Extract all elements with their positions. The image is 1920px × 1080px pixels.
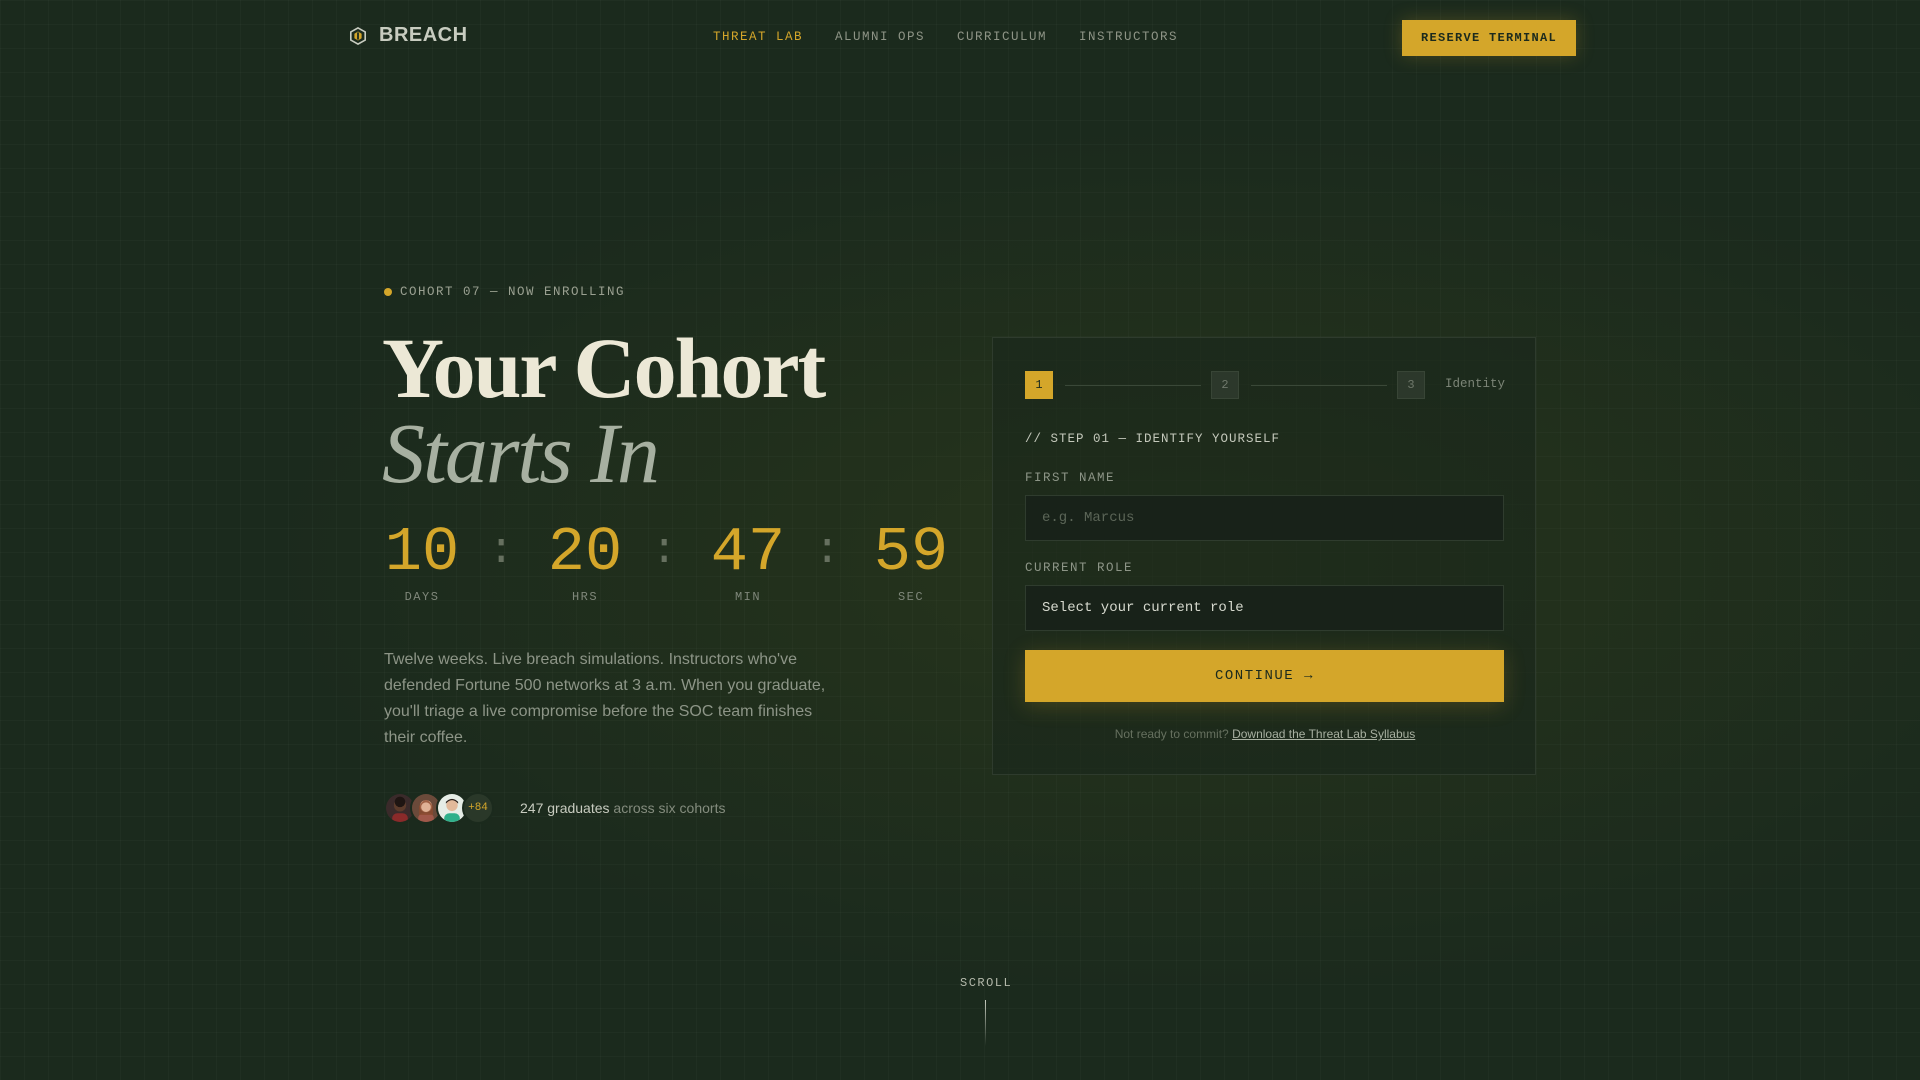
brand-logo[interactable]: BREACH <box>349 24 468 47</box>
countdown-seconds-value: 59 <box>873 517 949 588</box>
countdown-timer: 10 DAYS : 20 HRS : 47 MIN : 59 SEC <box>384 518 964 608</box>
status-dot-icon <box>384 288 392 296</box>
enrollment-form-card: 1 2 3 Identity // STEP 01 — IDENTIFY YOU… <box>992 337 1536 775</box>
countdown-separator: : <box>651 526 678 576</box>
countdown-hours: 20 HRS <box>547 517 623 605</box>
download-syllabus-link[interactable]: Download the Threat Lab Syllabus <box>1232 727 1415 741</box>
countdown-separator: : <box>814 526 841 576</box>
hero-title-line1: Your Cohort <box>382 320 826 416</box>
top-nav: BREACH THREAT LAB ALUMNI OPS CURRICULUM … <box>0 0 1920 75</box>
countdown-seconds: 59 SEC <box>873 517 949 605</box>
first-name-label: FIRST NAME <box>1025 471 1116 485</box>
countdown-hours-label: HRS <box>571 590 599 604</box>
nav-link-curriculum[interactable]: CURRICULUM <box>957 30 1047 44</box>
first-name-field-wrapper <box>1025 495 1504 541</box>
hexagon-shield-icon <box>349 26 367 45</box>
graduates-social-proof: +84 247 graduates across six cohorts <box>384 792 725 824</box>
countdown-days-value: 10 <box>384 517 460 588</box>
step-connector <box>1251 385 1387 386</box>
reserve-terminal-button[interactable]: RESERVE TERMINAL <box>1402 20 1576 56</box>
cohort-eyebrow: COHORT 07 — NOW ENROLLING <box>384 285 625 299</box>
countdown-minutes: 47 MIN <box>710 517 786 605</box>
form-stepper: 1 2 3 Identity <box>1025 371 1505 399</box>
step-3-indicator[interactable]: 3 <box>1397 371 1425 399</box>
scroll-line-indicator <box>985 1000 986 1046</box>
hero-title-line2: Starts In <box>382 405 660 501</box>
countdown-days-label: DAYS <box>404 590 440 604</box>
current-role-label: CURRENT ROLE <box>1025 561 1134 575</box>
step-caption: Identity <box>1444 377 1505 391</box>
countdown-days: 10 DAYS <box>384 517 460 605</box>
brand-name: BREACH <box>379 24 468 46</box>
nav-links: THREAT LAB ALUMNI OPS CURRICULUM INSTRUC… <box>713 30 1178 44</box>
step-connector <box>1065 385 1201 386</box>
current-role-select[interactable]: Select your current role <box>1026 586 1503 630</box>
hero-description: Twelve weeks. Live breach simulations. I… <box>384 651 826 746</box>
step-1-indicator[interactable]: 1 <box>1025 371 1053 399</box>
avatar-stack: +84 <box>384 792 494 824</box>
syllabus-prompt: Not ready to commit? Download the Threat… <box>993 727 1537 741</box>
graduates-text: 247 graduates across six cohorts <box>520 800 725 816</box>
countdown-hours-value: 20 <box>547 517 623 588</box>
nav-link-alumni-ops[interactable]: ALUMNI OPS <box>835 30 925 44</box>
countdown-minutes-value: 47 <box>710 517 786 588</box>
countdown-seconds-label: SEC <box>897 590 925 604</box>
first-name-input[interactable] <box>1026 496 1503 540</box>
graduates-count: 247 graduates <box>520 800 610 816</box>
step-2-indicator[interactable]: 2 <box>1211 371 1239 399</box>
avatar-more-count: +84 <box>462 792 494 824</box>
current-role-field-wrapper: Select your current role <box>1025 585 1504 631</box>
countdown-separator: : <box>488 526 515 576</box>
form-step-heading: // STEP 01 — IDENTIFY YOURSELF <box>1025 432 1281 446</box>
syllabus-prompt-text: Not ready to commit? <box>1114 727 1233 741</box>
scroll-indicator-label: SCROLL <box>960 976 1013 990</box>
countdown-minutes-label: MIN <box>734 590 762 604</box>
cohort-eyebrow-text: COHORT 07 — NOW ENROLLING <box>400 285 626 299</box>
nav-link-instructors[interactable]: INSTRUCTORS <box>1079 30 1178 44</box>
continue-button[interactable]: CONTINUE → <box>1025 650 1504 702</box>
nav-link-threat-lab[interactable]: THREAT LAB <box>713 30 803 44</box>
graduates-suffix: across six cohorts <box>609 800 726 816</box>
